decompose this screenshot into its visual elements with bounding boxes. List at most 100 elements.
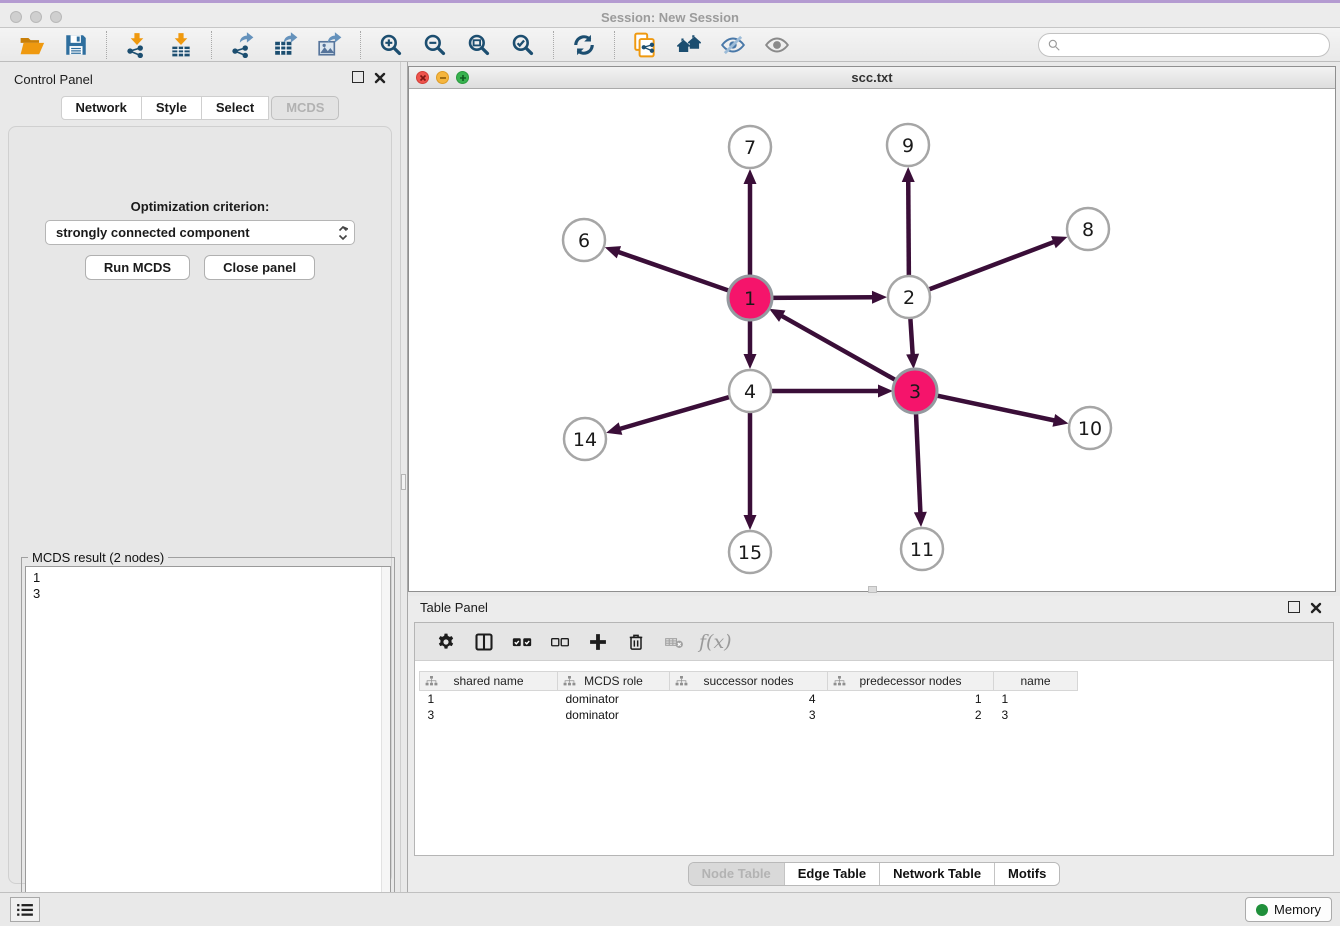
zoom-fit-icon[interactable] <box>464 31 494 59</box>
table-cell[interactable]: 1 <box>994 691 1078 707</box>
table-cell[interactable]: dominator <box>558 691 670 707</box>
delete-column-icon <box>661 629 687 655</box>
network-canvas[interactable]: 7968124314101511 <box>409 89 1335 591</box>
export-table-icon[interactable] <box>271 31 301 59</box>
column-header-successor-nodes[interactable]: successor nodes <box>670 672 828 691</box>
run-mcds-button[interactable]: Run MCDS <box>85 255 190 280</box>
node-table[interactable]: shared name MCDS role successor nodesprede… <box>419 671 1078 723</box>
table-cell[interactable]: 2 <box>828 707 994 723</box>
graph-node-label: 4 <box>744 381 756 403</box>
tab-select[interactable]: Select <box>202 96 269 120</box>
column-header-MCDS-role[interactable]: MCDS role <box>558 672 670 691</box>
edge-1-2[interactable] <box>768 297 874 298</box>
delete-row-icon[interactable] <box>623 629 649 655</box>
mcds-panel: Optimization criterion: strongly connect… <box>8 126 392 884</box>
mcds-result-item[interactable]: 1 <box>33 570 390 586</box>
table-cell[interactable]: 3 <box>670 707 828 723</box>
search-box[interactable] <box>1038 33 1330 57</box>
close-panel-button[interactable]: Close panel <box>204 255 315 280</box>
mcds-result-item[interactable]: 3 <box>33 586 390 602</box>
zoom-selected-icon[interactable] <box>508 31 538 59</box>
import-network-icon[interactable] <box>122 31 152 59</box>
splitter-handle[interactable] <box>401 474 406 490</box>
close-panel-icon[interactable] <box>374 71 386 89</box>
toolbar-separator <box>106 31 107 59</box>
graph-node-label: 2 <box>903 287 915 309</box>
duplicate-network-icon[interactable] <box>630 31 660 59</box>
column-header-predecessor-nodes[interactable]: predecessor nodes <box>828 672 994 691</box>
search-input[interactable] <box>1061 35 1329 55</box>
criterion-select[interactable]: strongly connected component <box>45 220 355 245</box>
window-resize-handle[interactable] <box>868 586 877 593</box>
tab-motifs[interactable]: Motifs <box>994 863 1059 885</box>
columns-icon[interactable] <box>471 629 497 655</box>
column-type-icon <box>563 676 576 687</box>
deselect-all-icon[interactable] <box>547 629 573 655</box>
tab-style[interactable]: Style <box>142 96 202 120</box>
float-table-panel-icon[interactable] <box>1288 601 1300 613</box>
table-cell[interactable]: 1 <box>420 691 558 707</box>
hide-selected-icon[interactable] <box>718 31 748 59</box>
refresh-layout-icon[interactable] <box>569 31 599 59</box>
app-title: Session: New Session <box>0 10 1340 25</box>
table-cell[interactable]: 3 <box>420 707 558 723</box>
table-row[interactable]: 3dominator323 <box>420 707 1078 723</box>
export-network-icon[interactable] <box>227 31 257 59</box>
edge-4-14[interactable] <box>619 396 733 429</box>
edge-1-6[interactable] <box>617 252 733 293</box>
graph-node-label: 1 <box>744 288 756 310</box>
close-table-panel-icon[interactable] <box>1310 601 1322 619</box>
edge-3-10[interactable] <box>933 395 1056 421</box>
control-panel-tabs: NetworkStyleSelectMCDS <box>0 96 400 120</box>
column-header-shared-name[interactable]: shared name <box>420 672 558 691</box>
save-session-icon[interactable] <box>61 31 91 59</box>
table-cell[interactable]: 4 <box>670 691 828 707</box>
select-all-icon[interactable] <box>509 629 535 655</box>
add-row-icon[interactable] <box>585 629 611 655</box>
tab-mcds[interactable]: MCDS <box>271 96 339 120</box>
tab-network[interactable]: Network <box>61 96 142 120</box>
export-image-icon[interactable] <box>315 31 345 59</box>
edge-3-1[interactable] <box>780 315 899 382</box>
tab-network-table[interactable]: Network Table <box>879 863 994 885</box>
table-cell[interactable]: 1 <box>828 691 994 707</box>
network-graph: 7968124314101511 <box>409 89 1335 592</box>
column-label: shared name <box>453 674 523 688</box>
table-cell[interactable]: dominator <box>558 707 670 723</box>
open-session-icon[interactable] <box>17 31 47 59</box>
optimization-criterion-label: Optimization criterion: <box>9 199 391 214</box>
edge-2-9[interactable] <box>908 180 909 279</box>
select-stepper-icon <box>338 225 348 241</box>
show-networks-icon[interactable] <box>674 31 704 59</box>
table-row[interactable]: 1dominator411 <box>420 691 1078 707</box>
edge-3-11[interactable] <box>916 409 921 514</box>
column-label: MCDS role <box>584 674 643 688</box>
edge-arrow-icon <box>1052 414 1068 427</box>
edge-2-3[interactable] <box>910 315 913 356</box>
status-bar: Memory <box>0 892 1340 926</box>
graph-node-label: 14 <box>573 429 597 451</box>
list-icon <box>16 903 34 917</box>
table-cell[interactable]: 3 <box>994 707 1078 723</box>
graph-node-label: 15 <box>738 542 762 564</box>
memory-button[interactable]: Memory <box>1245 897 1332 922</box>
table-panel-title: Table Panel <box>420 600 488 615</box>
task-history-button[interactable] <box>10 897 40 922</box>
float-panel-icon[interactable] <box>352 71 364 83</box>
zoom-out-icon[interactable] <box>420 31 450 59</box>
mcds-result-list[interactable]: 13 <box>25 566 391 926</box>
show-all-icon[interactable] <box>762 31 792 59</box>
tab-edge-table[interactable]: Edge Table <box>784 863 879 885</box>
tab-node-table[interactable]: Node Table <box>689 863 784 885</box>
toolbar-separator <box>614 31 615 59</box>
result-scrollbar[interactable] <box>381 567 390 926</box>
graph-node-label: 3 <box>909 381 921 403</box>
column-header-name[interactable]: name <box>994 672 1078 691</box>
vertical-splitter[interactable] <box>400 62 408 892</box>
settings-icon[interactable] <box>433 629 459 655</box>
zoom-in-icon[interactable] <box>376 31 406 59</box>
import-table-icon[interactable] <box>166 31 196 59</box>
edge-2-8[interactable] <box>926 241 1055 290</box>
network-window-titlebar[interactable]: scc.txt <box>409 67 1335 89</box>
graph-node-label: 7 <box>744 137 756 159</box>
